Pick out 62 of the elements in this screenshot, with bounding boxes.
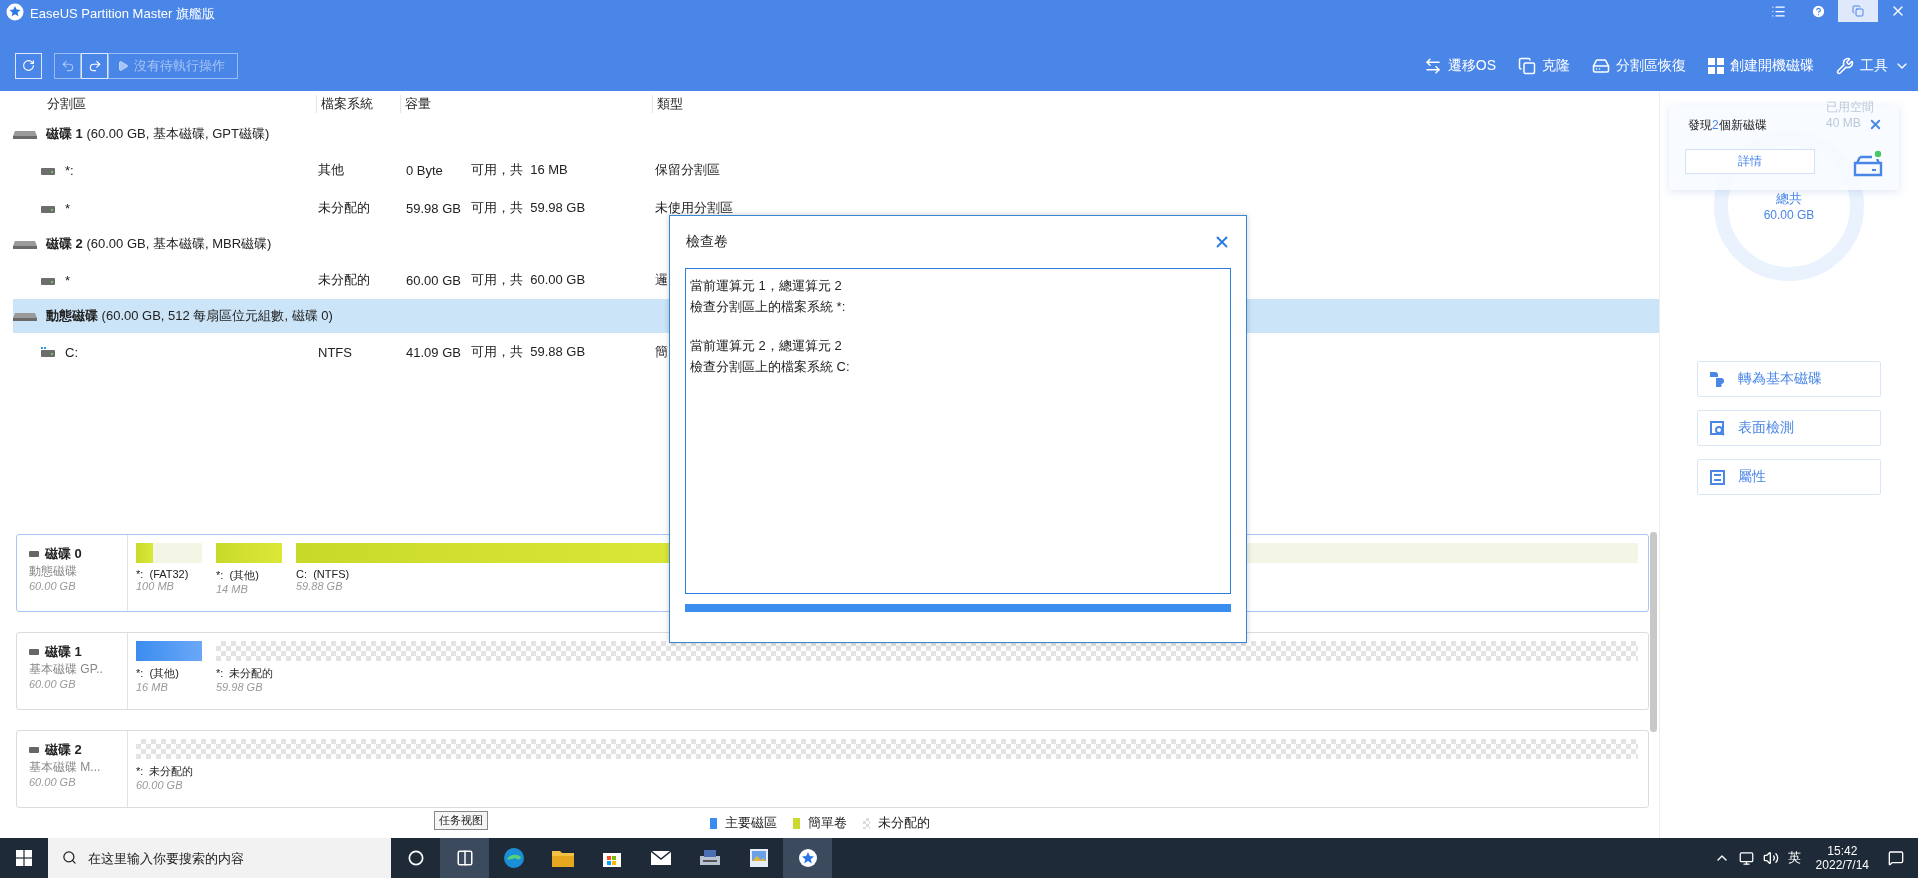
- disk-size: 60.00 GB: [29, 776, 77, 788]
- disk-type: 基本磁碟 GP..: [29, 661, 104, 678]
- column-header: 分割區: [46, 95, 87, 113]
- table-cell: 簡: [655, 343, 668, 361]
- log-line: 當前運算元 2，總運算元 2: [690, 337, 843, 355]
- table-cell: 可用，共 16 MB: [471, 161, 568, 179]
- disk-label: 磁碟 1 (60.00 GB, 基本磁碟, GPT磁碟): [46, 125, 270, 143]
- total-label: 總共: [1776, 190, 1802, 208]
- legend-item: 主要磁區: [709, 814, 777, 832]
- table-cell: 未分配的: [318, 271, 370, 289]
- partition-size: 14 MB: [216, 583, 249, 595]
- dialog-title: 檢查卷: [685, 233, 728, 251]
- partition-size: 100 MB: [136, 580, 175, 592]
- disk-name: 磁碟 2: [45, 741, 82, 759]
- partition-label: *: (其他): [136, 666, 180, 681]
- column-header: 容量: [400, 95, 652, 113]
- table-cell: 可用，共 60.00 GB: [471, 271, 586, 289]
- disk-name: 磁碟 1: [45, 643, 82, 661]
- disk-label: 磁碟 2 (60.00 GB, 基本磁碟, MBR磁碟): [46, 235, 272, 253]
- notification-message: 發現2個新磁碟: [1688, 117, 1767, 134]
- table-cell: 保留分割區: [655, 161, 720, 179]
- disk-size: 60.00 GB: [29, 678, 77, 690]
- table-cell: 未使用分割區: [655, 199, 733, 217]
- table-cell: 41.09 GB: [406, 344, 461, 360]
- log-line: 檢查分割區上的檔案系統 *:: [690, 298, 847, 316]
- log-line: 當前運算元 1，總運算元 2: [690, 277, 843, 295]
- table-cell: 邏: [655, 271, 668, 289]
- table-cell: *: [65, 272, 71, 288]
- partition-size: 16 MB: [136, 681, 169, 693]
- column-header: 檔案系統: [316, 95, 400, 113]
- partition-label: *: (FAT32): [136, 568, 190, 580]
- used-value: 40 MB: [1826, 115, 1862, 131]
- log-line: 檢查分割區上的檔案系統 C:: [690, 358, 851, 376]
- table-cell: 59.98 GB: [406, 200, 461, 216]
- disk-type: 動態磁碟: [29, 563, 78, 580]
- table-cell: 可用，共 59.98 GB: [471, 199, 586, 217]
- disk-label: 動態磁碟 (60.00 GB, 512 每扇區位元組數, 磁碟 0): [46, 307, 333, 325]
- disk-name: 磁碟 0: [45, 545, 82, 563]
- partition-size: 60.00 GB: [136, 779, 184, 791]
- partition-label: C: (NTFS): [296, 568, 351, 580]
- table-cell: *: [65, 200, 71, 216]
- legend-item: 未分配的: [862, 814, 930, 832]
- table-cell: C:: [65, 344, 78, 360]
- table-cell: 未分配的: [318, 199, 370, 217]
- column-header: 類型: [652, 95, 1659, 113]
- partition-label: *: (其他): [216, 568, 260, 583]
- partition-label: *: 未分配的: [216, 666, 275, 681]
- table-cell: 0 Byte: [406, 162, 443, 178]
- table-cell: 60.00 GB: [406, 272, 461, 288]
- legend-item: 簡單卷: [792, 814, 847, 832]
- table-cell: 可用，共 59.88 GB: [471, 343, 586, 361]
- table-cell: 其他: [318, 161, 344, 179]
- partition-size: 59.88 GB: [296, 580, 344, 592]
- window-title: EaseUS Partition Master 旗艦版: [30, 5, 216, 23]
- disk-size: 60.00 GB: [29, 580, 77, 592]
- table-cell: *:: [65, 162, 74, 178]
- total-value: 60.00 GB: [1763, 208, 1815, 222]
- partition-size: 59.98 GB: [216, 681, 264, 693]
- tooltip: 任务视图: [434, 811, 488, 830]
- partition-label: *: 未分配的: [136, 764, 195, 779]
- disk-type: 基本磁碟 M...: [29, 759, 102, 776]
- table-cell: NTFS: [318, 344, 352, 360]
